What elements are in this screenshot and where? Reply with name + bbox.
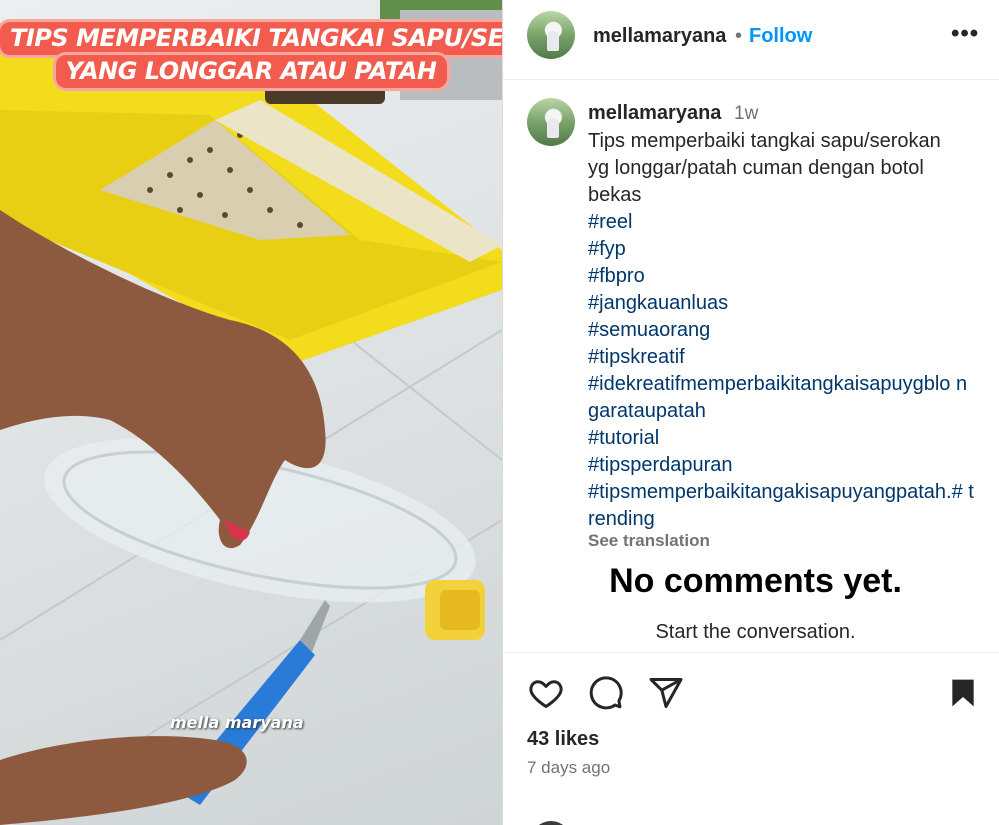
hashtag-link[interactable]: #tutorial xyxy=(588,425,976,452)
caption-line: yg longgar/patah cuman dengan botol xyxy=(588,157,924,179)
header-username[interactable]: mellamaryana xyxy=(593,25,726,48)
avatar xyxy=(531,821,571,825)
video-frame-illustration xyxy=(0,0,502,825)
share-icon[interactable] xyxy=(648,675,684,711)
post-actions: 43 likes 7 days ago xyxy=(503,652,999,825)
likes-count[interactable]: 43 likes xyxy=(527,728,599,751)
post-caption: Tips memperbaiki tangkai sapu/serokan yg… xyxy=(588,128,976,533)
hashtag-link[interactable]: #semuaorang xyxy=(588,317,976,344)
hashtag-link[interactable]: #idekreatifmemperbaikitangkaisapuygblo n… xyxy=(588,371,976,425)
separator-dot: • xyxy=(735,25,743,47)
caption-text: Tips memperbaiki tangkai sapu/serokan yg… xyxy=(588,128,976,209)
hashtag-link[interactable]: #tipsmemperbaikitangakisapuyangpatah.# t… xyxy=(588,479,976,533)
hashtag-link[interactable]: #reel xyxy=(588,209,976,236)
video-watermark: mella maryana xyxy=(170,713,304,732)
caption-timestamp[interactable]: 1w xyxy=(734,103,758,125)
bookmark-icon[interactable] xyxy=(947,675,979,711)
caption-avatar[interactable] xyxy=(527,98,575,146)
posted-time[interactable]: 7 days ago xyxy=(527,758,610,778)
no-comments-title: No comments yet. xyxy=(609,562,902,600)
post-side-panel: mellamaryana • Follow ••• mellamaryana 1… xyxy=(502,0,999,825)
see-translation-link[interactable]: See translation xyxy=(588,531,710,551)
hashtag-link[interactable]: #jangkauanluas xyxy=(588,290,976,317)
start-conversation-text: Start the conversation. xyxy=(655,621,856,643)
video-overlay-title-line1: TIPS MEMPERBAIKI TANGKAI SAPU/SEROKAN xyxy=(0,22,502,55)
post-header: mellamaryana • Follow ••• xyxy=(503,0,999,80)
caption-line: Tips memperbaiki tangkai sapu/serokan xyxy=(588,130,941,152)
comment-icon[interactable] xyxy=(588,675,624,711)
hashtag-link[interactable]: #tipskreatif xyxy=(588,344,976,371)
video-overlay-title-line2: YANG LONGGAR ATAU PATAH xyxy=(0,55,502,88)
hashtag-link[interactable]: #tipsperdapuran xyxy=(588,452,976,479)
heart-icon[interactable] xyxy=(527,675,565,711)
caption-username[interactable]: mellamaryana xyxy=(588,102,721,125)
avatar[interactable] xyxy=(527,11,575,59)
caption-line: bekas xyxy=(588,184,642,206)
hashtag-link[interactable]: #fbpro xyxy=(588,263,976,290)
hashtag-link[interactable]: #fyp xyxy=(588,236,976,263)
follow-button[interactable]: Follow xyxy=(749,25,812,48)
post-media[interactable]: TIPS MEMPERBAIKI TANGKAI SAPU/SEROKAN YA… xyxy=(0,0,502,825)
more-horizontal-icon[interactable]: ••• xyxy=(951,20,979,48)
